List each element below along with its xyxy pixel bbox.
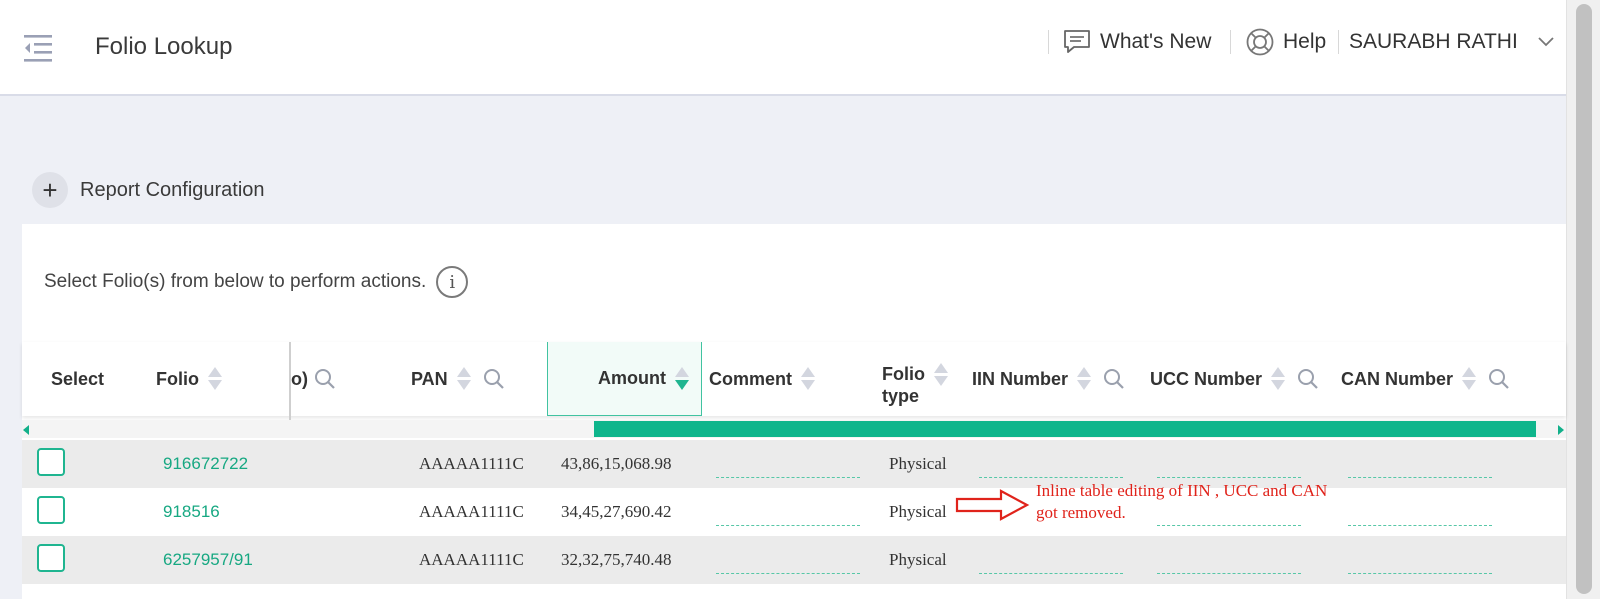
table-header: Select Folio o) PAN Amount Comment Folio (22, 342, 1566, 434)
col-folio-type-label-line2: type (882, 386, 920, 406)
annotation-note: Inline table editing of IIN , UCC and CA… (1036, 480, 1396, 524)
user-name: SAURABH RATHI (1349, 30, 1518, 53)
ucc-field (1157, 525, 1301, 526)
search-icon[interactable] (483, 368, 505, 390)
folio-link[interactable]: 6257957/91 (163, 550, 253, 570)
col-pan-label: PAN (411, 368, 448, 389)
sort-icon[interactable] (208, 367, 222, 391)
row-checkbox[interactable] (37, 496, 65, 524)
col-pan: PAN (411, 342, 505, 416)
col-folio-type-label-line1: Folio (882, 364, 925, 384)
col-comment-label: Comment (709, 368, 793, 389)
folio-link[interactable]: 918516 (163, 502, 220, 522)
folio-panel: Select Folio(s) from below to perform ac… (22, 224, 1566, 599)
scroll-left-arrow-icon[interactable] (23, 425, 29, 435)
user-menu[interactable]: SAURABH RATHI (1349, 29, 1554, 55)
col-select: Select (51, 342, 104, 416)
folio-type-cell: Physical (889, 502, 947, 521)
amount-cell: 34,45,27,690.42 (561, 502, 672, 521)
scroll-right-arrow-icon[interactable] (1558, 425, 1564, 435)
annotation-line2: got removed. (1036, 503, 1126, 522)
page-scrollbar[interactable] (1566, 0, 1600, 599)
iin-field (979, 477, 1123, 478)
page-title: Folio Lookup (95, 33, 233, 60)
page-scrollbar-thumb[interactable] (1576, 4, 1592, 594)
whats-new-label: What's New (1100, 30, 1212, 53)
chat-icon (1064, 30, 1090, 53)
row-checkbox[interactable] (37, 544, 65, 572)
col-comment: Comment (709, 342, 816, 416)
header-separator (1338, 30, 1339, 54)
report-configuration-toggle[interactable]: + Report Configuration (32, 172, 265, 208)
folio-type-cell: Physical (889, 454, 947, 473)
pan-cell: AAAAA1111C (419, 502, 524, 521)
sort-icon[interactable] (1462, 367, 1477, 391)
col-select-label: Select (51, 368, 105, 389)
comment-field[interactable] (716, 477, 860, 478)
col-partial-label: o) (291, 368, 308, 389)
search-icon[interactable] (1103, 368, 1125, 390)
whats-new-link[interactable]: What's New (1062, 29, 1211, 55)
col-amount: Amount (547, 342, 702, 416)
selection-hint: Select Folio(s) from below to perform ac… (44, 266, 469, 298)
sort-icon[interactable] (1271, 367, 1286, 391)
col-iin-number: IIN Number (972, 342, 1125, 416)
col-ucc-number: UCC Number (1150, 342, 1319, 416)
col-ucc-label: UCC Number (1150, 368, 1263, 389)
search-icon[interactable] (1297, 368, 1319, 390)
col-amount-label: Amount (598, 368, 666, 388)
annotation-line1: Inline table editing of IIN , UCC and CA… (1036, 481, 1328, 500)
plus-icon: + (32, 172, 68, 208)
col-folio: Folio (156, 342, 222, 416)
header-separator (1230, 30, 1231, 54)
amount-cell: 32,32,75,740.48 (561, 550, 672, 569)
folio-link[interactable]: 916672722 (163, 454, 248, 474)
search-icon[interactable] (1488, 368, 1510, 390)
help-label: Help (1283, 30, 1327, 53)
col-partial: o) (291, 342, 336, 416)
hint-text: Select Folio(s) from below to perform ac… (44, 271, 427, 292)
col-can-number: CAN Number (1341, 342, 1510, 416)
can-field (1348, 573, 1492, 574)
table-row[interactable]: 6257957/91 AAAAA1111C 32,32,75,740.48 Ph… (22, 536, 1566, 584)
sort-icon[interactable] (934, 363, 948, 387)
collapse-menu-icon[interactable] (22, 32, 54, 64)
info-icon[interactable]: i (436, 266, 469, 298)
row-checkbox[interactable] (37, 448, 65, 476)
table-scrollbar-thumb[interactable] (594, 421, 1536, 437)
lifebuoy-icon (1246, 28, 1274, 56)
pan-cell: AAAAA1111C (419, 454, 524, 473)
can-field (1348, 477, 1492, 478)
col-iin-label: IIN Number (972, 368, 1069, 389)
folio-type-cell: Physical (889, 550, 947, 569)
comment-field[interactable] (716, 573, 860, 574)
table-horizontal-scrollbar[interactable] (22, 420, 1566, 438)
sort-icon[interactable] (1077, 367, 1092, 391)
iin-field (979, 573, 1123, 574)
col-folio-type-label: Folio type (882, 363, 925, 407)
ucc-field (1157, 573, 1301, 574)
sort-icon[interactable] (801, 367, 816, 391)
sort-icon[interactable] (456, 367, 471, 391)
sort-descending-icon[interactable] (675, 366, 689, 391)
chevron-down-icon (1538, 37, 1554, 47)
col-folio-label: Folio (156, 368, 199, 389)
pan-cell: AAAAA1111C (419, 550, 524, 569)
help-link[interactable]: Help (1245, 28, 1327, 56)
ucc-field (1157, 477, 1301, 478)
comment-field[interactable] (716, 525, 860, 526)
annotation-arrow-icon (955, 489, 1030, 521)
search-icon[interactable] (314, 368, 336, 390)
header-separator (1048, 30, 1049, 54)
app-header: Folio Lookup What's New Help SAURABH RAT… (0, 0, 1566, 96)
report-configuration-label: Report Configuration (80, 178, 265, 201)
amount-cell: 43,86,15,068.98 (561, 454, 672, 473)
col-can-label: CAN Number (1341, 368, 1454, 389)
can-field (1348, 525, 1492, 526)
col-folio-type: Folio type (882, 342, 948, 416)
